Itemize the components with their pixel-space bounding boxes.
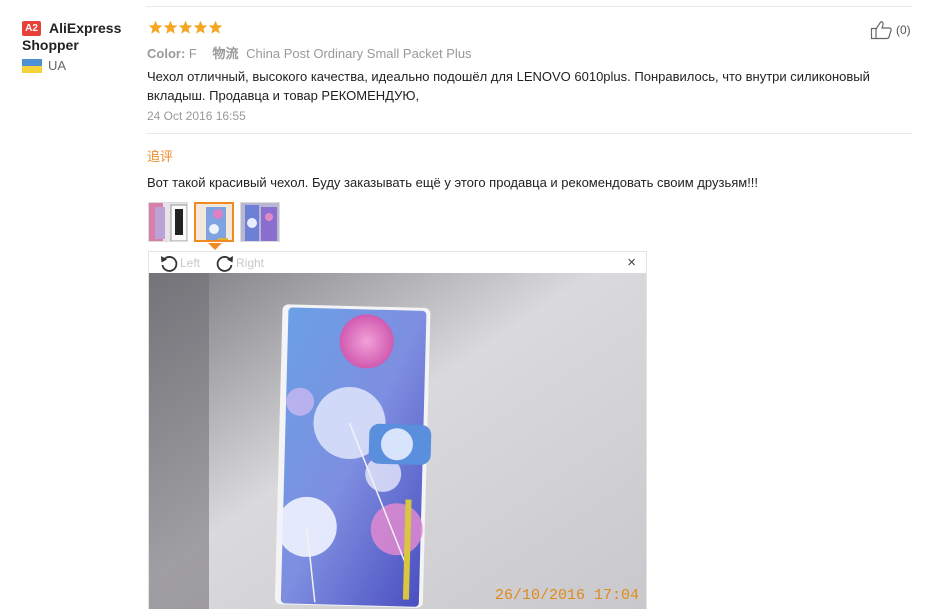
photo-thumbnails [148,202,286,242]
photo-thumbnail[interactable] [240,202,280,242]
reviewer-info: A2 AliExpress Shopper UA [22,20,142,73]
rotate-left-icon [161,256,178,272]
review-text: Чехол отличный, высокого качества, идеал… [147,69,870,103]
star-icon [178,20,193,34]
rotate-right-icon [216,256,233,272]
shipping-value: China Post Ordinary Small Packet Plus [246,46,472,61]
photo-thumbnail-selected[interactable] [194,202,234,242]
thumbs-up-icon [870,21,892,40]
close-icon[interactable]: × [627,255,636,270]
star-icon [163,20,178,34]
rotate-right-label: Right [236,256,265,270]
rotate-left-button[interactable]: Left [159,253,200,273]
star-icon [148,20,163,34]
top-divider [146,6,912,7]
reviewer-level-badge: A2 [22,21,41,36]
color-value: F [188,46,197,61]
photo-thumbnail[interactable] [148,202,188,242]
color-label: Color: [147,46,186,61]
star-rating [148,20,223,35]
photo-timestamp: 26/10/2016 17:04 [495,587,639,604]
shipping-label: 物流 [212,46,239,61]
reviewer-name-line2: Shopper [22,37,79,53]
reviewer-country: UA [48,58,67,73]
star-icon [208,20,223,34]
star-icon [193,20,208,34]
review-photo: 26/10/2016 17:04 [149,273,646,609]
rotate-left-label: Left [180,256,201,270]
selected-thumbnail-pointer [208,243,222,250]
followup-label: 追评 [147,149,174,164]
helpful-count: (0) [896,23,911,37]
photo-viewer: Left Right × 26/10/2016 17:04 [148,251,647,609]
ukraine-flag-icon [22,58,42,73]
order-meta: Color: F 物流 China Post Ordinary Small Pa… [147,43,472,62]
followup-text: Вот такой красивый чехол. Буду заказыват… [147,175,759,190]
review-date: 24 Oct 2016 16:55 [147,109,246,123]
followup-divider [146,133,912,134]
rotate-right-button[interactable]: Right [215,253,264,273]
helpful-button[interactable]: (0) [870,20,911,40]
reviewer-name-line1: AliExpress [49,20,122,36]
viewer-toolbar: Left Right × [149,252,646,273]
